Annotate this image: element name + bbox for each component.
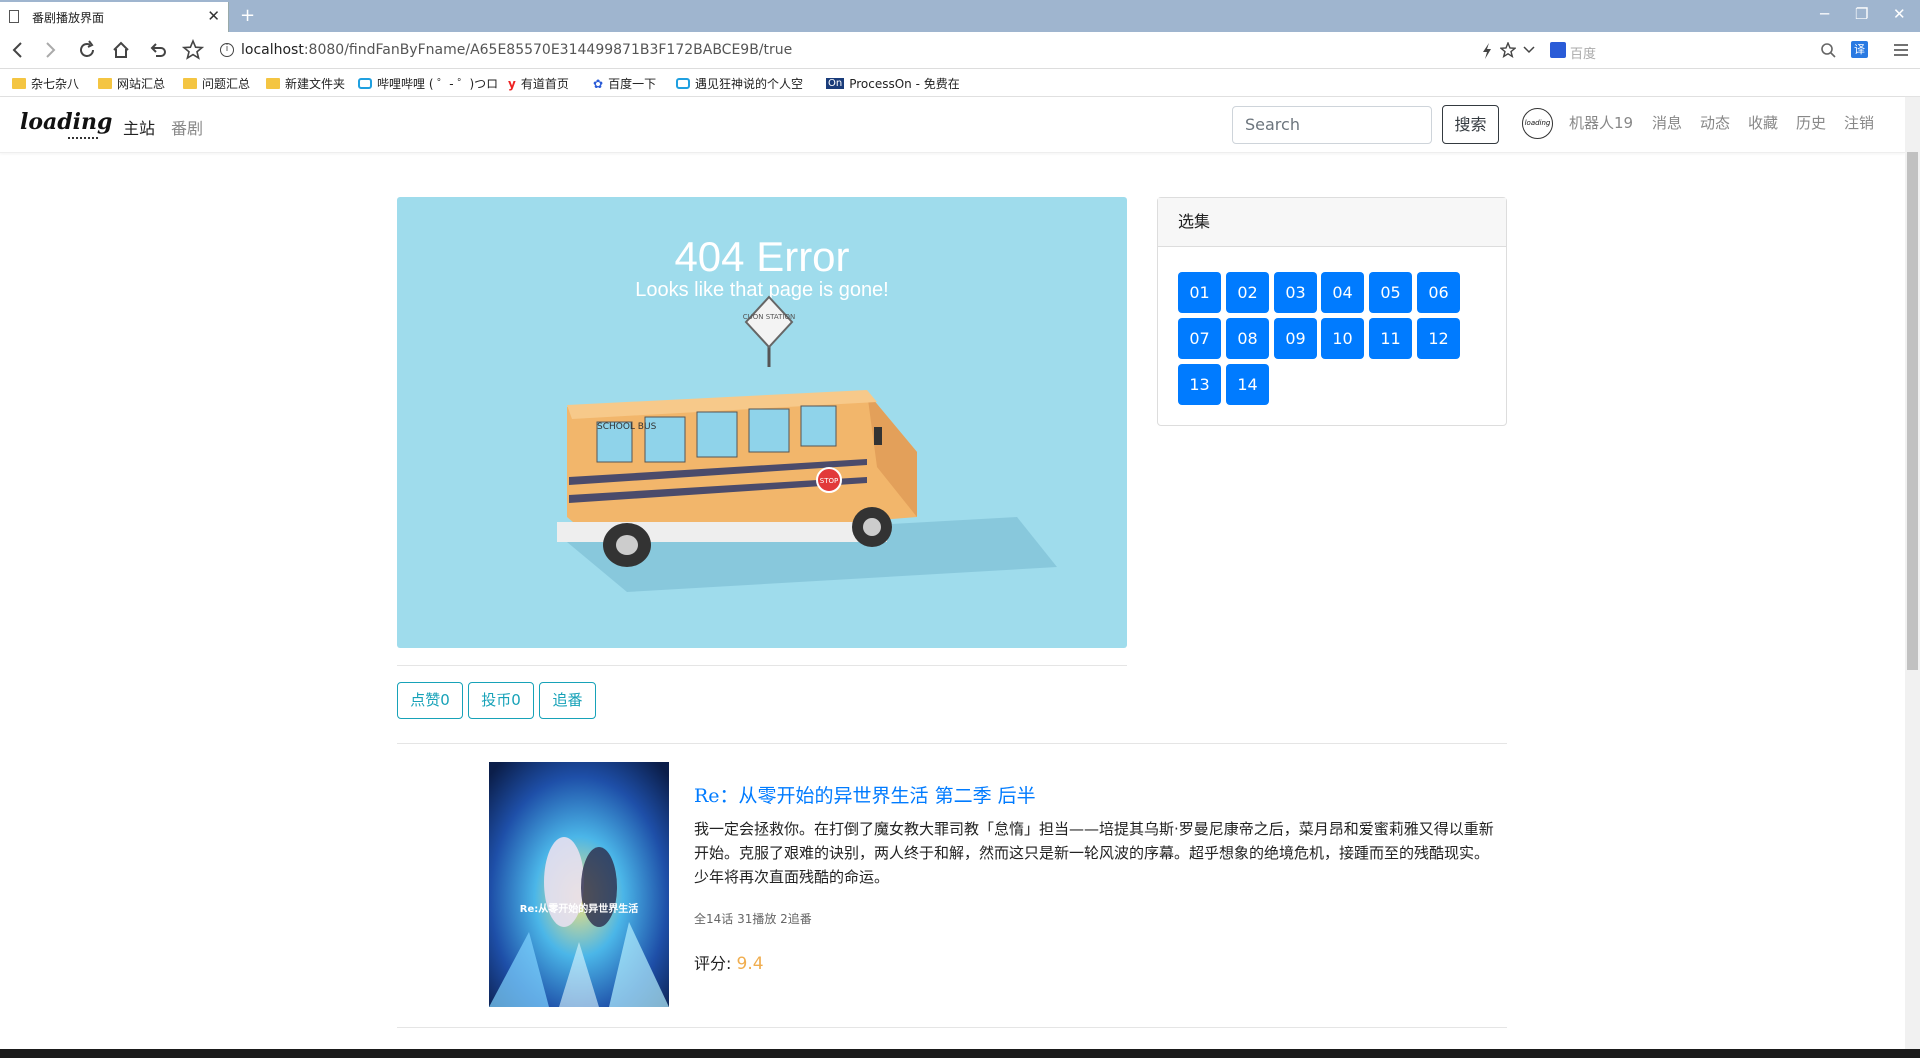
episode-button[interactable]: 13 (1178, 364, 1221, 405)
restore-icon[interactable]: ❐ (1855, 5, 1868, 23)
minimize-icon[interactable]: ─ (1820, 5, 1829, 23)
search-engine-input[interactable]: 百度 (1570, 43, 1596, 62)
episode-button[interactable]: 09 (1274, 318, 1317, 359)
school-bus-illustration: CUON STATION SCHOOL BUS STOP (557, 295, 1057, 592)
follow-button[interactable]: 追番 (539, 682, 596, 719)
anime-description: 我一定会拯救你。在打倒了魔女教大罪司教「怠惰」担当——培提其乌斯·罗曼尼康帝之后… (694, 820, 1494, 886)
bookmark-item[interactable]: 杂七杂八 (12, 75, 79, 92)
divider (397, 665, 1127, 666)
anime-stats: 全14话 31播放 2追番 (694, 912, 812, 926)
nav-link-history[interactable]: 历史 (1796, 112, 1826, 133)
bookmark-item[interactable]: 哔哩哔哩 ( ゜- ゜)つロ (358, 75, 498, 92)
video-player[interactable]: 404 Error Looks like that page is gone! … (397, 197, 1127, 648)
site-logo[interactable]: loading (20, 109, 112, 135)
forward-icon[interactable] (42, 41, 58, 59)
bookmark-item[interactable]: On ProcessOn - 免费在 (826, 75, 960, 92)
menu-icon[interactable] (1893, 43, 1909, 57)
bookmark-item[interactable]: 问题汇总 (183, 75, 250, 92)
like-button[interactable]: 点赞0 (397, 682, 463, 719)
site-navbar: loading 主站 番剧 Search 搜索 loading 机器人19 消息… (0, 97, 1905, 153)
nav-link-anime[interactable]: 番剧 (171, 115, 203, 139)
episode-button[interactable]: 12 (1417, 318, 1460, 359)
nav-link-messages[interactable]: 消息 (1652, 112, 1682, 133)
episode-button[interactable]: 11 (1369, 318, 1412, 359)
bookmark-item[interactable]: 遇见狂神说的个人空 (676, 75, 803, 92)
poster-title-text: Re:从零开始的异世界生活 (520, 902, 638, 915)
episode-card: 选集 01 02 03 04 05 06 07 08 09 10 11 12 1… (1157, 197, 1507, 426)
bilibili-icon (358, 78, 372, 89)
baidu-paw-icon: ✿ (593, 76, 604, 91)
reload-icon[interactable] (77, 40, 97, 60)
anime-score: 评分: 9.4 (694, 950, 764, 974)
nav-link-logout[interactable]: 注销 (1844, 112, 1874, 133)
lightning-icon[interactable] (1481, 43, 1493, 59)
favorite-star-icon[interactable] (1500, 42, 1516, 58)
episode-button[interactable]: 06 (1417, 272, 1460, 313)
tab-title: 番剧播放界面 (32, 11, 105, 25)
folder-icon (12, 78, 26, 89)
magnifier-icon[interactable] (1820, 42, 1836, 58)
coin-button[interactable]: 投币0 (468, 682, 534, 719)
browser-tab-bar: 番剧播放界面 ✕ + ─ ❐ ✕ (0, 0, 1920, 32)
avatar[interactable]: loading (1522, 108, 1553, 139)
home-icon[interactable] (111, 40, 131, 60)
divider (397, 743, 1507, 744)
document-icon (9, 10, 19, 23)
site-info-icon[interactable]: i (220, 43, 234, 57)
baidu-search-engine-icon[interactable] (1550, 42, 1566, 58)
address-bar-row: i localhost:8080/findFanByFname/A65E8557… (0, 32, 1920, 69)
score-value: 9.4 (736, 954, 764, 974)
chevron-down-icon[interactable] (1523, 45, 1535, 55)
anime-poster[interactable]: Re:从零开始的异世界生活 (489, 762, 669, 1007)
window-close-icon[interactable]: ✕ (1893, 5, 1906, 23)
new-tab-button[interactable]: + (240, 5, 255, 26)
poster-artwork: Re:从零开始的异世界生活 (489, 762, 669, 1007)
stop-sign-text: STOP (820, 477, 838, 485)
bus-sign-text: SCHOOL BUS (597, 422, 657, 432)
episode-card-header: 选集 (1158, 198, 1506, 247)
episode-button[interactable]: 04 (1321, 272, 1364, 313)
nav-link-main[interactable]: 主站 (123, 115, 155, 139)
folder-icon (266, 78, 280, 89)
divider (397, 1027, 1507, 1028)
nav-username[interactable]: 机器人19 (1569, 112, 1633, 133)
bookmarks-bar: 杂七杂八 网站汇总 问题汇总 新建文件夹 哔哩哔哩 ( ゜- ゜)つロ y 有道首… (0, 69, 1920, 97)
folder-icon (183, 78, 197, 89)
episode-button[interactable]: 03 (1274, 272, 1317, 313)
browser-tab[interactable]: 番剧播放界面 ✕ (0, 2, 229, 32)
episode-button[interactable]: 01 (1178, 272, 1221, 313)
episode-button[interactable]: 08 (1226, 318, 1269, 359)
url-field[interactable]: localhost:8080/findFanByFname/A65E85570E… (241, 42, 792, 58)
nav-link-favorites[interactable]: 收藏 (1748, 112, 1778, 133)
scrollbar[interactable] (1905, 97, 1920, 1049)
back-icon[interactable] (10, 41, 26, 59)
episode-button[interactable]: 02 (1226, 272, 1269, 313)
undo-icon[interactable] (148, 40, 168, 60)
bilibili-icon (676, 78, 690, 89)
search-input[interactable]: Search (1232, 106, 1432, 144)
scrollbar-thumb[interactable] (1907, 152, 1918, 670)
search-button[interactable]: 搜索 (1442, 105, 1499, 144)
anime-title[interactable]: Re：从零开始的异世界生活 第二季 后半 (694, 781, 1036, 808)
nav-link-dynamics[interactable]: 动态 (1700, 112, 1730, 133)
episode-button[interactable]: 05 (1369, 272, 1412, 313)
road-sign-text: CUON STATION (743, 313, 796, 321)
translate-icon[interactable]: 译 (1851, 41, 1868, 58)
os-taskbar (0, 1049, 1920, 1058)
episode-button[interactable]: 14 (1226, 364, 1269, 405)
bookmark-item[interactable]: y 有道首页 (508, 75, 569, 92)
bookmark-item[interactable]: 新建文件夹 (266, 75, 345, 92)
tab-close-icon[interactable]: ✕ (207, 7, 220, 25)
logo-dots (68, 137, 98, 139)
folder-icon (98, 78, 112, 89)
processon-icon: On (826, 78, 845, 89)
bookmark-item[interactable]: ✿ 百度一下 (593, 75, 656, 92)
bookmark-star-icon[interactable] (182, 39, 204, 61)
episode-button[interactable]: 07 (1178, 318, 1221, 359)
episode-button[interactable]: 10 (1321, 318, 1364, 359)
bookmark-item[interactable]: 网站汇总 (98, 75, 165, 92)
score-label: 评分: (694, 954, 732, 973)
youdao-icon: y (508, 76, 516, 91)
